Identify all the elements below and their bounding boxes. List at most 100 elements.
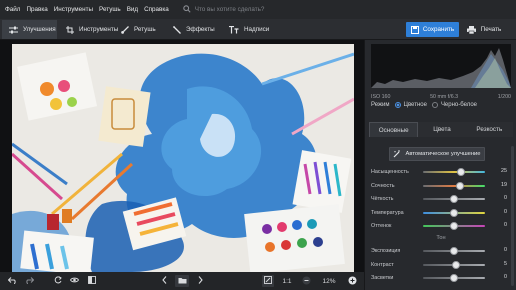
tab-tools[interactable]: Инструменты — [59, 20, 118, 39]
print-label: Печать — [480, 26, 502, 33]
subtab-sharpness[interactable]: Резкость — [465, 122, 513, 137]
slider-label: Сочность — [371, 182, 395, 189]
crop-icon — [66, 25, 74, 34]
redo-icon — [26, 276, 35, 286]
slider-handle[interactable] — [450, 208, 458, 217]
compare-button[interactable] — [86, 275, 98, 287]
slider-handle[interactable] — [450, 247, 458, 255]
tab-retouch[interactable]: Ретушь — [114, 20, 166, 39]
slider-label: Насыщенность — [371, 169, 409, 175]
search-box[interactable]: Что вы хотите сделать? — [183, 4, 265, 15]
menu-help[interactable]: Справка — [144, 6, 169, 13]
histogram — [371, 44, 511, 88]
save-button[interactable]: Сохранить — [406, 22, 459, 37]
slider-label: Засветки — [371, 275, 394, 281]
slider-value: 0 — [504, 208, 507, 215]
slider-row: Оттенок 0 — [371, 221, 511, 231]
mode-bw-label[interactable]: Черно-белое — [441, 102, 477, 108]
slider-value: 0 — [504, 195, 507, 201]
mode-color-radio[interactable] — [394, 102, 401, 108]
slider-row: Чёткость 0 — [371, 194, 511, 204]
slider-handle[interactable] — [450, 195, 458, 203]
slider-label: Экспозиция — [371, 248, 401, 254]
color-mode: Режим Цветное Черно-белое — [371, 102, 511, 108]
adjustments-panel: ISO 160 50 mm f/6.3 1/200 Режим Цветное … — [364, 40, 516, 290]
tab-enhancements-label: Улучшения — [23, 26, 56, 33]
tab-text[interactable]: Надписи — [222, 20, 274, 39]
slider-row: Экспозиция 0 — [371, 246, 511, 256]
slider-row: Насыщенность 25 — [371, 167, 511, 177]
slider-value: 19 — [501, 181, 507, 188]
fit-screen-icon — [264, 276, 272, 286]
slider-label: Температура — [371, 209, 404, 216]
menu-view[interactable]: Вид — [127, 6, 138, 13]
slider-value: 25 — [501, 168, 507, 174]
menu-retouch[interactable]: Ретушь — [99, 6, 121, 13]
menu-file[interactable]: Файл — [5, 6, 20, 13]
mode-label: Режим — [371, 102, 390, 108]
chevron-right-icon — [198, 276, 203, 286]
exif-info: ISO 160 50 mm f/6.3 1/200 — [371, 94, 511, 100]
tab-tools-label: Инструменты — [79, 26, 119, 33]
mode-color-label[interactable]: Цветное — [404, 102, 427, 108]
next-image-button[interactable] — [194, 275, 206, 287]
exif-focal: 50 mm f/6.3 — [430, 94, 459, 100]
search-input[interactable]: Что вы хотите сделать? — [195, 6, 265, 13]
tab-effects[interactable]: Эффекты — [166, 20, 222, 39]
text-icon — [229, 25, 239, 34]
compare-icon — [88, 276, 96, 286]
undo-button[interactable] — [6, 275, 18, 287]
search-icon — [183, 4, 191, 15]
slider-track[interactable] — [423, 184, 485, 187]
print-button[interactable]: Печать — [462, 22, 506, 37]
bottom-bar: 1:1 12% — [0, 272, 364, 290]
save-icon — [410, 25, 419, 34]
preview-eye-button[interactable] — [68, 275, 80, 287]
slider-handle[interactable] — [451, 260, 460, 269]
slider-label: Контраст — [371, 261, 394, 268]
auto-enhance-label: Автоматическое улучшение — [405, 151, 481, 157]
slider-handle[interactable] — [450, 222, 458, 230]
canvas-area[interactable] — [0, 40, 364, 272]
fit-to-screen-button[interactable] — [262, 275, 274, 287]
brush-icon — [121, 25, 129, 34]
magic-wand-icon — [393, 150, 401, 158]
tab-text-label: Надписи — [244, 26, 270, 33]
zoom-out-button[interactable] — [300, 275, 312, 287]
subtab-basic[interactable]: Основные — [369, 122, 419, 137]
slider-handle[interactable] — [450, 274, 458, 282]
photo-preview[interactable] — [12, 44, 354, 272]
auto-enhance-button[interactable]: Автоматическое улучшение — [389, 147, 485, 161]
prev-image-button[interactable] — [158, 275, 170, 287]
tab-enhancements[interactable]: Улучшения — [2, 20, 57, 39]
open-folder-button[interactable] — [175, 275, 189, 287]
printer-icon — [466, 25, 476, 34]
slider-value: 0 — [504, 274, 507, 280]
art-supplies-photo — [12, 44, 354, 272]
menu-tools[interactable]: Инструменты — [54, 6, 93, 13]
menu-edit[interactable]: Правка — [26, 6, 47, 13]
panel-scrollbar[interactable] — [511, 146, 514, 286]
undo-icon — [7, 276, 16, 286]
reset-icon — [54, 276, 62, 286]
slider-label: Чёткость — [371, 196, 394, 202]
slider-label: Оттенок — [371, 223, 392, 229]
redo-button[interactable] — [24, 275, 36, 287]
reset-button[interactable] — [52, 275, 64, 287]
slider-row: Температура 0 — [371, 208, 511, 218]
slider-handle[interactable] — [456, 181, 465, 190]
zoom-in-button[interactable] — [346, 275, 358, 287]
slider-track[interactable] — [423, 171, 485, 173]
mode-bw-radio[interactable] — [431, 102, 438, 108]
zoom-actual-size-button[interactable]: 1:1 — [279, 275, 295, 287]
tone-section-title: Тон — [436, 235, 446, 241]
slider-handle[interactable] — [457, 168, 466, 176]
save-label: Сохранить — [422, 26, 455, 33]
exif-shutter: 1/200 — [497, 94, 511, 100]
magic-wand-icon — [173, 25, 181, 34]
slider-value: 0 — [504, 247, 507, 253]
subtab-colors[interactable]: Цвета — [418, 122, 466, 137]
slider-value: 5 — [504, 260, 507, 267]
slider-value: 0 — [504, 222, 507, 228]
folder-icon — [178, 277, 187, 286]
